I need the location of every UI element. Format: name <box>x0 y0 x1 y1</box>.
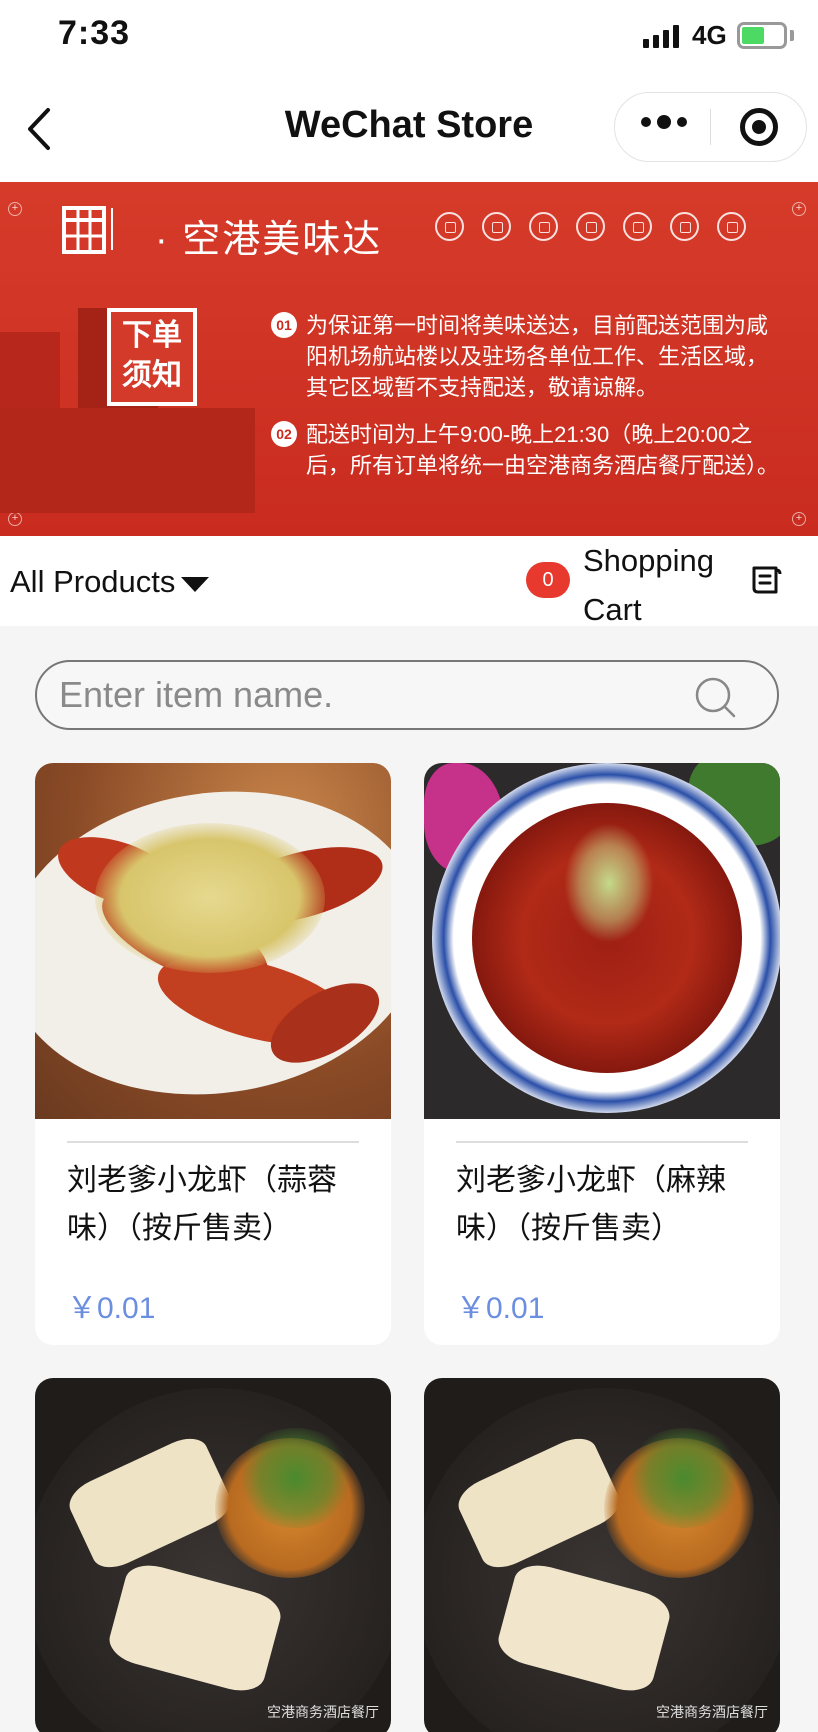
no-icon <box>717 212 746 241</box>
herb-garnish-graphic <box>564 823 654 943</box>
product-name: 刘老爹小龙虾（蒜蓉味）（按斤售卖） <box>67 1164 337 1245</box>
image-watermark: 空港商务酒店餐厅 <box>267 1704 379 1720</box>
drink-icon <box>482 212 511 241</box>
cart-list-icon[interactable] <box>750 564 782 598</box>
product-card[interactable]: 刘老爹小龙虾（麻辣味）（按斤售卖） ￥0.01 <box>424 763 780 1345</box>
product-image[interactable] <box>424 763 780 1119</box>
product-card[interactable]: 刘老爹小龙虾（蒜蓉味）（按斤售卖） ￥0.01 <box>35 763 391 1345</box>
category-dropdown-label: All Products <box>10 564 176 599</box>
plus-mark-icon: + <box>792 512 806 526</box>
snowflake-icon <box>623 212 652 241</box>
product-card[interactable]: 空港商务酒店餐厅 <box>424 1378 780 1732</box>
notice-item: 01 为保证第一时间将美味送达，目前配送范围为咸阳机场航站楼以及驻场各单位工作、… <box>271 310 783 403</box>
search-box <box>35 660 779 730</box>
product-toolbar: All Products 0 Shopping Cart <box>0 536 818 627</box>
divider <box>456 1141 748 1143</box>
battery-icon <box>737 22 787 49</box>
mini-program-capsule <box>614 92 807 162</box>
product-info: 刘老爹小龙虾（麻辣味）（按斤售卖） ￥0.01 <box>424 1119 780 1327</box>
fire-icon <box>576 212 605 241</box>
notice-item: 02 配送时间为上午9:00-晚上21:30（晚上20:00之后，所有订单将统一… <box>271 419 783 481</box>
close-mini-program-icon[interactable] <box>740 108 778 146</box>
notice-banner: + + + + · 空港美味达 下单须知 01 为保证第一时间将美味送达，目前配… <box>0 182 818 536</box>
shopping-cart-button[interactable]: Shopping Cart <box>583 536 733 634</box>
more-icon[interactable] <box>641 115 687 129</box>
plus-mark-icon: + <box>8 202 22 216</box>
food-icon <box>435 212 464 241</box>
order-notice-sign: 下单须知 <box>107 308 197 406</box>
divider <box>67 1141 359 1143</box>
category-dropdown[interactable]: All Products <box>10 564 210 600</box>
product-price: ￥0.01 <box>67 1292 156 1325</box>
plus-mark-icon: + <box>8 512 22 526</box>
garlic-topping-graphic <box>95 823 325 973</box>
order-notice-sign-label: 下单须知 <box>111 312 193 402</box>
notice-text: 为保证第一时间将美味送达，目前配送范围为咸阳机场航站楼以及驻场各单位工作、生活区… <box>306 313 769 400</box>
product-name: 刘老爹小龙虾（麻辣味）（按斤售卖） <box>456 1164 726 1245</box>
product-image[interactable]: 空港商务酒店餐厅 <box>424 1378 780 1732</box>
chat-icon <box>529 212 558 241</box>
nav-bar: WeChat Store <box>0 72 818 182</box>
search-icon[interactable] <box>693 675 737 719</box>
utensils-icon <box>670 212 699 241</box>
product-image[interactable] <box>35 763 391 1119</box>
signal-icon <box>643 24 679 48</box>
shelf-decoration <box>0 408 255 513</box>
caret-down-icon <box>181 576 210 592</box>
product-image[interactable]: 空港商务酒店餐厅 <box>35 1378 391 1732</box>
notice-number: 02 <box>271 421 297 447</box>
notice-text: 配送时间为上午9:00-晚上21:30（晚上20:00之后，所有订单将统一由空港… <box>306 422 780 478</box>
status-time: 7:33 <box>58 14 131 52</box>
cilantro-graphic <box>235 1428 355 1528</box>
product-price: ￥0.01 <box>456 1292 545 1325</box>
network-label: 4G <box>692 20 727 50</box>
capsule-divider <box>710 109 711 145</box>
brand-logo-icon <box>62 206 113 254</box>
notice-number: 01 <box>271 312 297 338</box>
cart-count-badge: 0 <box>526 562 570 598</box>
product-info: 刘老爹小龙虾（蒜蓉味）（按斤售卖） ￥0.01 <box>35 1119 391 1327</box>
plus-mark-icon: + <box>792 202 806 216</box>
battery-cap <box>790 30 794 41</box>
cilantro-graphic <box>624 1428 744 1528</box>
status-bar: 7:33 4G <box>0 0 818 72</box>
image-watermark: 空港商务酒店餐厅 <box>656 1704 768 1720</box>
search-input[interactable] <box>59 662 659 728</box>
banner-icon-row <box>435 212 746 241</box>
product-card[interactable]: 空港商务酒店餐厅 <box>35 1378 391 1732</box>
brand-name: · 空港美味达 <box>155 219 383 261</box>
